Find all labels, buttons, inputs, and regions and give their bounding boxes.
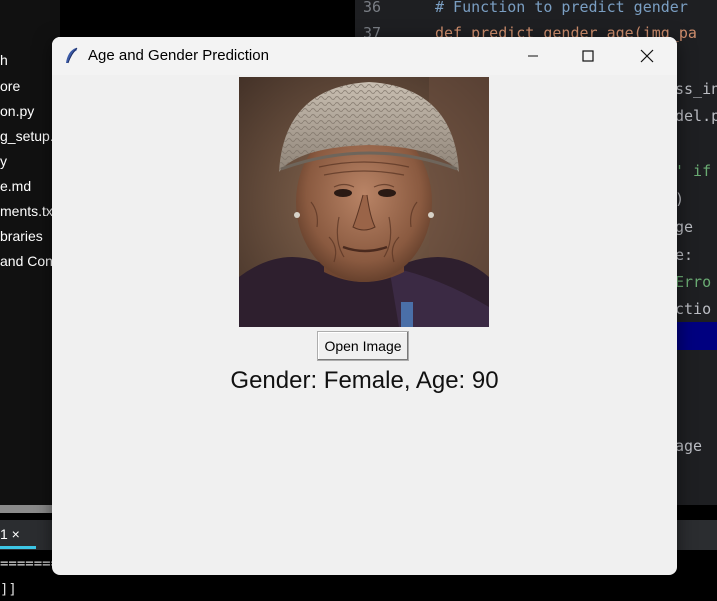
code-fragment: del.p	[675, 107, 717, 125]
run-tab[interactable]: 1 ×	[0, 526, 20, 542]
uploaded-photo	[239, 77, 489, 327]
code-fragment: ge	[675, 218, 694, 236]
tk-feather-icon	[64, 47, 80, 65]
app-window: Age and Gender Prediction Open Image Gen…	[52, 37, 677, 575]
explorer-item[interactable]: and Con	[0, 253, 53, 269]
prediction-result: Gender: Female, Age: 90	[230, 367, 499, 394]
open-image-button[interactable]: Open Image	[317, 331, 409, 361]
explorer-item[interactable]: y	[0, 153, 7, 169]
explorer-item[interactable]: ore	[0, 78, 20, 94]
explorer-item[interactable]: e.md	[0, 178, 31, 194]
explorer-item[interactable]: on.py	[0, 103, 34, 119]
explorer-item[interactable]: ments.tx	[0, 203, 53, 219]
horizontal-scrollbar[interactable]	[0, 505, 55, 513]
explorer-item[interactable]: braries	[0, 228, 43, 244]
close-icon	[640, 49, 654, 63]
selection-highlight	[675, 322, 717, 350]
console-output: =======	[0, 556, 60, 572]
console-output: ]]	[0, 582, 17, 598]
window-title: Age and Gender Prediction	[88, 47, 269, 64]
maximize-button[interactable]	[565, 37, 611, 75]
code-fragment: ss_in	[675, 80, 717, 98]
minimize-icon	[527, 50, 539, 62]
code-fragment: ctio	[675, 300, 712, 318]
maximize-icon	[582, 50, 594, 62]
code-fragment: age	[675, 437, 712, 455]
title-bar[interactable]: Age and Gender Prediction	[52, 37, 677, 75]
file-explorer-panel: h ore on.py g_setup.p y e.md ments.tx br…	[0, 0, 62, 505]
close-button[interactable]	[624, 37, 670, 75]
code-fragment: e:	[675, 246, 694, 264]
code-line: # Function to predict gender	[435, 0, 688, 16]
active-tab-indicator	[0, 546, 36, 549]
line-number: 36	[363, 0, 382, 16]
minimize-button[interactable]	[510, 37, 556, 75]
explorer-item[interactable]: h	[0, 52, 8, 68]
code-fragment: ' if	[675, 162, 712, 180]
code-fragment: Erro	[675, 273, 712, 291]
